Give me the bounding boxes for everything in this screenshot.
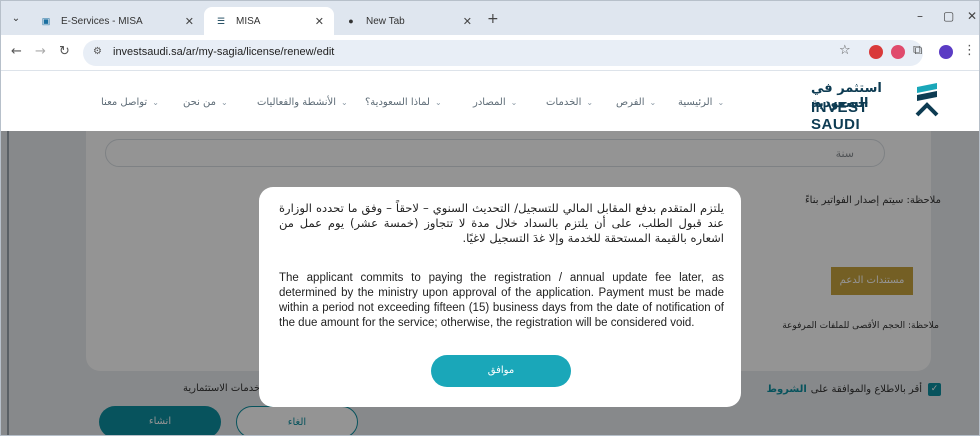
chrome-icon: ● [348,16,354,26]
nav-label: الفرص [616,97,645,108]
nav-services[interactable]: الخدمات ⌄ [546,97,593,108]
extension-icon[interactable] [869,45,883,59]
tab-new-tab[interactable]: ● New Tab ✕ [334,7,482,35]
restore-icon[interactable]: ▢ [943,9,954,23]
chevron-down-icon: ⌄ [152,98,159,107]
chevron-down-icon: ⌄ [434,98,442,107]
tab-title: E-Services - MISA [61,15,143,27]
chevron-down-icon: ⌄ [586,98,594,107]
nav-resources[interactable]: المصادر ⌄ [473,97,517,108]
nav-contact[interactable]: تواصل معنا ⌄ [101,97,159,108]
chevron-down-icon: ⌄ [717,98,725,107]
forward-icon[interactable]: → [35,44,46,59]
address-bar: ← → ↻ ⚙ investsaudi.sa/ar/my-sagia/licen… [1,35,979,71]
reload-icon[interactable]: ↻ [59,44,70,59]
tab-title: New Tab [366,15,405,27]
new-tab-button[interactable]: + [487,11,499,27]
nav-opportunities[interactable]: الفرص ⌄ [616,97,656,108]
url-text: investsaudi.sa/ar/my-sagia/license/renew… [113,46,335,58]
chevron-down-icon: ⌄ [510,98,518,107]
menu-kebab-icon[interactable]: ⋮ [963,43,976,58]
nav-label: المصادر [473,97,506,108]
nav-why-saudi[interactable]: لماذا السعودية؟ ⌄ [365,97,442,108]
tab-e-services[interactable]: ▣ E-Services - MISA ✕ [29,7,204,35]
chevron-down-icon: ⌄ [341,98,348,107]
invest-saudi-logo[interactable]: استثمر في السعودية INVEST SAUDI [811,79,941,133]
agree-ok-button[interactable]: موافق [431,355,571,387]
close-window-icon[interactable]: ✕ [967,9,977,23]
tab-title: MISA [236,15,261,27]
misa-favicon-icon: ☰ [216,15,226,26]
close-icon[interactable]: ✕ [185,15,194,28]
nav-home[interactable]: الرئيسية ⌄ [678,97,724,108]
profile-avatar[interactable] [939,45,953,59]
tab-search-chevron-icon[interactable]: ⌄ [7,10,25,28]
nav-label: الأنشطة والفعاليات [257,97,337,108]
browser-window: ⌄ ▣ E-Services - MISA ✕ ☰ MISA ✕ ● New T… [0,0,980,436]
invest-saudi-mark-icon [915,83,939,117]
nav-label: الخدمات [546,97,582,108]
back-icon[interactable]: ← [11,44,22,59]
nav-label: من نحن [183,97,216,108]
chevron-down-icon: ⌄ [649,98,657,107]
nav-label: لماذا السعودية؟ [365,97,430,108]
extensions-puzzle-icon[interactable]: ⧉ [913,43,922,58]
url-field[interactable]: ⚙ investsaudi.sa/ar/my-sagia/license/ren… [83,40,923,66]
bookmark-star-icon[interactable]: ☆ [839,43,851,58]
nav-about[interactable]: من نحن ⌄ [183,97,228,108]
tab-strip: ⌄ ▣ E-Services - MISA ✕ ☰ MISA ✕ ● New T… [1,1,979,35]
tab-misa[interactable]: ☰ MISA ✕ [204,7,334,35]
close-icon[interactable]: ✕ [463,15,472,28]
close-icon[interactable]: ✕ [315,15,324,28]
modal-english-text: The applicant commits to paying the regi… [279,272,724,329]
chevron-down-icon: ⌄ [221,98,228,107]
extension-icon[interactable] [891,45,905,59]
modal-arabic-text: يلتزم المتقدم بدفع المقابل المالي للتسجي… [279,201,724,245]
site-header: استثمر في السعودية INVEST SAUDI الرئيسية… [1,71,979,133]
misa-favicon-icon: ▣ [41,15,51,26]
minimize-icon[interactable]: – [917,9,923,23]
nav-label: الرئيسية [678,97,713,108]
logo-english: INVEST SAUDI [811,99,869,133]
site-info-icon[interactable]: ⚙ [93,46,102,57]
nav-activities-events[interactable]: الأنشطة والفعاليات ⌄ [257,97,348,108]
nav-label: تواصل معنا [101,97,148,108]
payment-terms-modal: يلتزم المتقدم بدفع المقابل المالي للتسجي… [259,187,741,407]
